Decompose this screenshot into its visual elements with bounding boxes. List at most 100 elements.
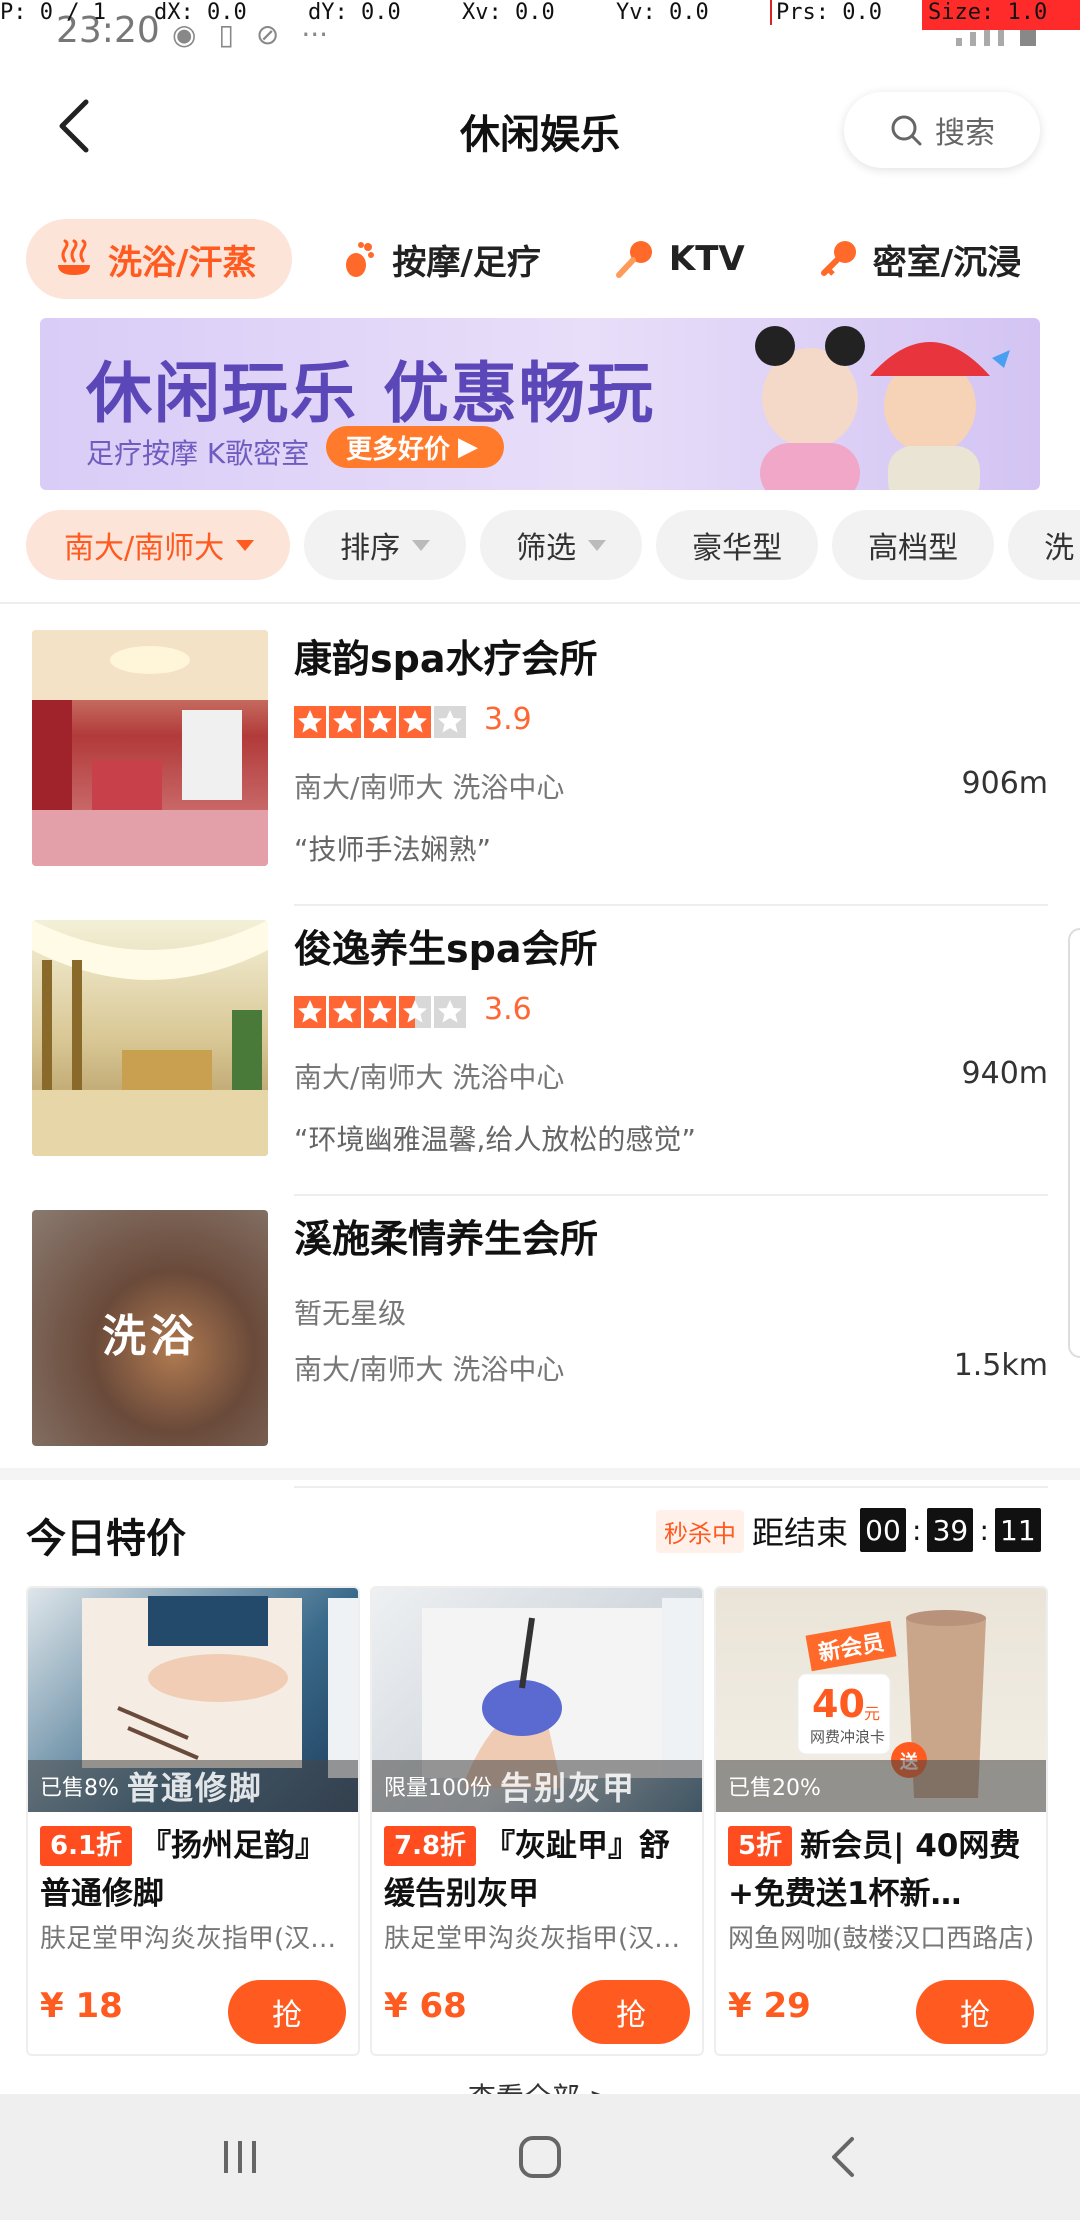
debug-size: Size: 1.0 (922, 0, 1080, 30)
deal-image-caption: 普通修脚 (126, 1769, 263, 1807)
filter-sort[interactable]: 排序 (304, 510, 467, 580)
category-tabs: 洗浴/汗蒸 按摩/足疗 KTV 密室/沉浸 (26, 218, 1080, 300)
star-icon (329, 706, 361, 738)
sold-label: 已售20% (728, 1776, 821, 1801)
filter-more-label: 洗 (1044, 531, 1075, 566)
deal-title: 7.8折 『灰趾甲』舒缓告别灰甲 (384, 1826, 671, 1912)
banner-more-button[interactable]: 更多好价 ▶ (326, 426, 505, 468)
divider (294, 1194, 1048, 1196)
home-icon (519, 2136, 561, 2178)
bath-icon (54, 239, 94, 279)
countdown-label: 距结束 (752, 1514, 849, 1552)
shop-name: 俊逸养生spa会所 (294, 927, 598, 971)
deal-price: ¥ 18 (40, 1986, 123, 2026)
home-button[interactable] (510, 2132, 570, 2182)
star-rating (294, 706, 466, 738)
shop-review-quote: “环境幽雅温馨,给人放松的感觉” (294, 1123, 696, 1156)
discount-badge: 6.1折 (40, 1826, 133, 1866)
recent-apps-button[interactable] (210, 2132, 270, 2182)
app-screen: 23:20 ◉ ▯ ⊘ ··· P: 0 / 1 dX: 0.0 dY: 0.0… (0, 0, 1080, 2220)
tab-label: 密室/沉浸 (872, 242, 1022, 283)
deal-shop: 网鱼网咖(鼓楼汉口西路店) (728, 1924, 1035, 1954)
shop-item[interactable]: 洗浴 溪施柔情养生会所 暂无星级 南大/南师大 洗浴中心 1.5km (0, 1200, 1080, 1500)
discount-badge: 5折 (728, 1826, 793, 1866)
promo-banner[interactable]: 休闲玩乐 优惠畅玩 足疗按摩 K歌密室 更多好价 ▶ (40, 318, 1040, 490)
search-button[interactable]: 搜索 (844, 92, 1040, 168)
dropdown-caret-icon (412, 539, 431, 551)
shop-location: 南大/南师大 洗浴中心 (294, 1061, 565, 1094)
tab-escape-room[interactable]: 密室/沉浸 (791, 219, 1049, 299)
countdown-hours: 00 (860, 1508, 906, 1552)
star-icon (434, 996, 466, 1028)
filter-screen[interactable]: 筛选 (480, 510, 643, 580)
deal-title: 5折 新会员| 40网费+免费送1杯新… (728, 1826, 1021, 1912)
star-icon (329, 996, 361, 1028)
grab-button[interactable]: 抢 (572, 1980, 690, 2044)
deal-card[interactable]: 新会员 40 元 网费冲浪卡 送 已售20% 5折新会员| 40网费+免费送1杯… (714, 1586, 1048, 2056)
deal-card[interactable]: 限量100份 告别灰甲 7.8折 『灰趾甲』舒缓告别灰甲 肤足堂甲沟炎灰指甲(汉…… (370, 1586, 704, 2056)
system-nav-bar (0, 2094, 1080, 2220)
dropdown-caret-icon (236, 539, 255, 551)
shop-item[interactable]: 俊逸养生spa会所 3.6 南大/南师大 洗浴中心 940m “环境幽雅温馨,给… (0, 910, 1080, 1200)
banner-headline: 休闲玩乐 优惠畅玩 (86, 355, 655, 432)
side-panel-handle[interactable] (1068, 928, 1080, 1358)
thumbnail-label: 洗浴 (102, 1311, 198, 1362)
debug-overlay: P: 0 / 1 dX: 0.0 dY: 0.0 Xv: 0.0 Yv: 0.0… (0, 0, 1080, 30)
tab-massage[interactable]: 按摩/足疗 (310, 219, 568, 299)
tab-ktv[interactable]: KTV (587, 219, 773, 299)
deal-card[interactable]: 已售8% 普通修脚 6.1折 『扬州足韵』普通修脚 肤足堂甲沟炎灰指甲(汉… ¥ … (26, 1586, 360, 2056)
filter-luxury[interactable]: 豪华型 (656, 510, 819, 580)
deals-title: 今日特价 (26, 1516, 186, 1562)
deal-image: 新会员 40 元 网费冲浪卡 送 已售20% (716, 1588, 1046, 1812)
shop-thumbnail: 洗浴 (32, 1210, 268, 1446)
deal-shop: 肤足堂甲沟炎灰指甲(汉… (384, 1924, 681, 1954)
filter-more[interactable]: 洗 (1008, 510, 1080, 580)
see-all-link[interactable]: 查看全部 > (0, 2076, 1080, 2094)
debug-dy: dY: 0.0 (308, 0, 401, 25)
shop-location: 南大/南师大 洗浴中心 (294, 771, 565, 804)
divider (294, 904, 1048, 906)
microphone-icon (615, 239, 655, 279)
grab-button[interactable]: 抢 (916, 1980, 1034, 2044)
filter-highend-label: 高档型 (868, 531, 959, 566)
foot-icon (338, 239, 378, 279)
debug-yv: Yv: 0.0 (616, 0, 709, 25)
cartoon-characters-illustration (755, 326, 1010, 490)
key-icon (819, 239, 859, 279)
discount-badge: 7.8折 (384, 1826, 477, 1866)
sold-label: 限量100份 (384, 1776, 492, 1801)
star-icon (294, 706, 326, 738)
shop-item[interactable]: 康韵spa水疗会所 3.9 南大/南师大 洗浴中心 906m “技师手法娴熟” (0, 620, 1080, 910)
filter-luxury-label: 豪华型 (692, 531, 783, 566)
shop-distance: 1.5km (953, 1348, 1048, 1383)
tab-bath[interactable]: 洗浴/汗蒸 (26, 219, 293, 299)
flash-sale-tag: 秒杀中 (656, 1510, 744, 1553)
filter-area-label: 南大/南师大 (64, 531, 225, 566)
tab-label: KTV (668, 239, 745, 279)
star-icon (399, 706, 431, 738)
filter-bar: 南大/南师大 排序 筛选 豪华型 高档型 洗 (26, 510, 1080, 584)
shop-review-quote: “技师手法娴熟” (294, 833, 492, 866)
deal-cards: 已售8% 普通修脚 6.1折 『扬州足韵』普通修脚 肤足堂甲沟炎灰指甲(汉… ¥ … (26, 1586, 1054, 2056)
star-icon (294, 996, 326, 1028)
shop-name: 康韵spa水疗会所 (294, 637, 598, 681)
search-label: 搜索 (935, 116, 995, 151)
recent-apps-icon (224, 2141, 256, 2173)
section-gap (0, 1468, 1080, 1480)
system-back-button[interactable] (814, 2132, 874, 2182)
filter-highend[interactable]: 高档型 (832, 510, 995, 580)
countdown-minutes: 39 (927, 1508, 974, 1552)
banner-more-label: 更多好价 (346, 434, 451, 465)
star-rating (294, 996, 466, 1028)
shop-name: 溪施柔情养生会所 (294, 1217, 599, 1261)
deal-shop: 肤足堂甲沟炎灰指甲(汉… (40, 1924, 337, 1954)
star-icon (434, 706, 466, 738)
shop-score: 3.9 (484, 702, 532, 737)
grab-button[interactable]: 抢 (228, 1980, 346, 2044)
filter-sort-label: 排序 (340, 531, 401, 566)
divider (294, 1486, 1048, 1488)
tab-label: 洗浴/汗蒸 (108, 242, 257, 283)
star-icon (364, 706, 396, 738)
promo-desc: 网费冲浪卡 (810, 1728, 886, 1746)
filter-area[interactable]: 南大/南师大 (26, 510, 291, 580)
